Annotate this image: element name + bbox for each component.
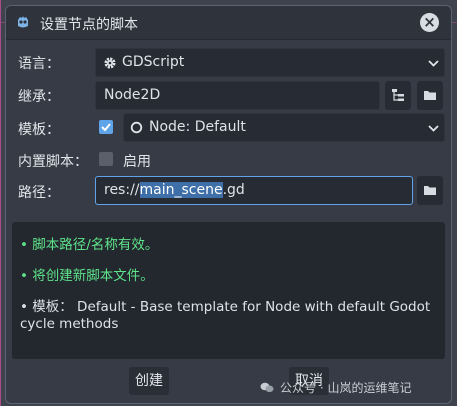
template-select[interactable]: Node: Default xyxy=(123,113,445,142)
inherits-field[interactable]: Node2D xyxy=(95,81,380,110)
checkmark-icon xyxy=(101,123,111,132)
path-value: res://main_scene.gd xyxy=(104,182,245,198)
editor-guide-vertical xyxy=(0,0,1,406)
template-label: 模板： xyxy=(18,122,60,138)
validation-info-panel: • 脚本路径/名称有效。 • 将创建新脚本文件。 • 模板： Default -… xyxy=(12,222,445,359)
folder-icon xyxy=(424,186,436,195)
bullet: • xyxy=(20,268,28,284)
bullet: • xyxy=(20,237,28,253)
path-prefix: res:// xyxy=(104,182,140,198)
gear-icon xyxy=(104,57,116,69)
browse-parent-button[interactable] xyxy=(417,81,443,110)
info-text: 将创建新脚本文件。 xyxy=(32,268,154,284)
folder-icon xyxy=(424,91,436,100)
watermark: 公众号 · 山岚的运维笔记 xyxy=(260,379,411,396)
template-checkbox[interactable] xyxy=(99,120,113,134)
inherits-value: Node2D xyxy=(104,87,161,103)
node-circle-icon xyxy=(130,121,143,134)
info-text: 模板： Default - Base template for Node wit… xyxy=(32,299,431,315)
info-line-template: • 模板： Default - Base template for Node w… xyxy=(20,295,430,315)
close-button[interactable]: × xyxy=(420,13,439,32)
info-text: 脚本路径/名称有效。 xyxy=(32,237,159,253)
path-label: 路径： xyxy=(18,185,60,201)
dialog-titlebar[interactable]: 设置节点的脚本 × xyxy=(6,6,451,40)
path-field[interactable]: res://main_scene.gd xyxy=(95,176,413,205)
builtin-script-checkbox[interactable] xyxy=(99,152,113,166)
language-label: 语言： xyxy=(18,56,60,72)
inherits-label: 继承： xyxy=(18,89,60,105)
language-value: GDScript xyxy=(122,54,185,70)
template-value: Node: Default xyxy=(149,119,246,135)
builtin-enable-label: 启用 xyxy=(123,154,151,170)
info-line-template-continuation: cycle methods xyxy=(20,316,119,332)
info-line-path-valid: • 脚本路径/名称有效。 xyxy=(20,233,158,253)
class-tree-icon xyxy=(392,89,404,101)
browse-path-button[interactable] xyxy=(417,176,443,205)
path-selected-text: main_scene xyxy=(139,182,223,198)
pick-parent-class-button[interactable] xyxy=(385,81,411,110)
close-icon: × xyxy=(423,13,436,31)
create-button[interactable]: 创建 xyxy=(129,367,169,395)
dialog-title: 设置节点的脚本 xyxy=(40,17,138,33)
chevron-down-icon xyxy=(428,125,439,132)
builtin-script-label: 内置脚本： xyxy=(18,154,88,170)
attach-script-dialog: 设置节点的脚本 × 语言： GDScript 继承： Node2D 模板： No… xyxy=(5,5,452,404)
bullet: • xyxy=(20,299,28,315)
path-suffix: .gd xyxy=(222,182,245,198)
language-select[interactable]: GDScript xyxy=(95,48,445,77)
info-line-new-file: • 将创建新脚本文件。 xyxy=(20,264,154,284)
wechat-icon xyxy=(260,382,274,393)
watermark-text: 公众号 · 山岚的运维笔记 xyxy=(280,381,412,395)
chevron-down-icon xyxy=(428,60,439,67)
godot-logo-icon xyxy=(18,16,28,28)
